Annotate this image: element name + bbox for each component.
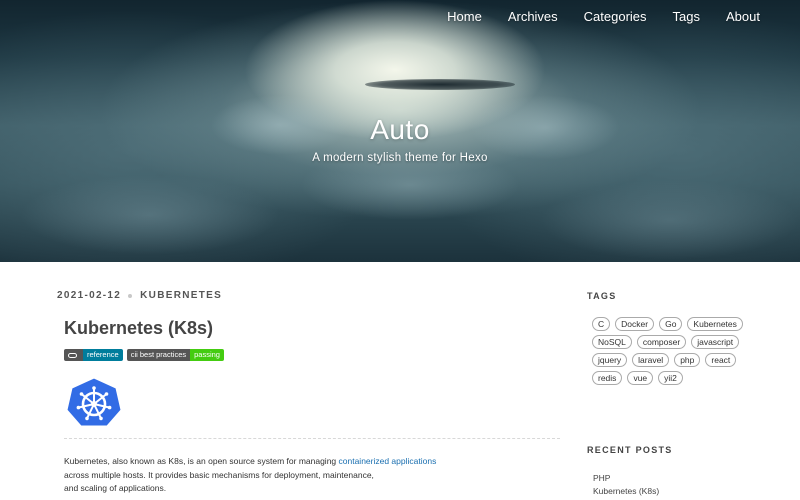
post-body-line: Kubernetes, also known as K8s, is an ope… [64,455,564,469]
main-nav: Home Archives Categories Tags About [421,10,760,23]
tag-link[interactable]: NoSQL [592,335,632,349]
tag-link[interactable]: Go [659,317,683,331]
post-body-line: and scaling of applications. [64,483,167,493]
hero-banner: Home Archives Categories Tags About Auto… [0,0,800,262]
nav-categories-link[interactable]: Categories [584,10,647,23]
tag-link[interactable]: C [592,317,611,331]
badge-row: reference cii best practices passing [64,349,228,361]
cii-badge-left: cii best practices [126,349,191,361]
tag-link[interactable]: jquery [592,353,628,367]
site-subtitle: A modern stylish theme for Hexo [312,152,488,164]
reference-badge[interactable]: reference [64,349,123,361]
recent-posts-heading: RECENT POSTS [587,445,673,455]
tag-link[interactable]: composer [636,335,687,349]
post-body: Kubernetes, also known as K8s, is an ope… [64,455,564,496]
tag-link[interactable]: Kubernetes [687,317,743,331]
nav-home-link[interactable]: Home [447,10,482,23]
recent-post-link[interactable]: Kubernetes (K8s) [593,485,659,498]
post-body-line: across multiple hosts. It provides basic… [64,469,374,480]
meta-separator-dot [128,293,133,298]
content-divider [64,438,560,439]
site-title[interactable]: Auto [0,114,800,146]
nav-tags-link[interactable]: Tags [673,10,700,23]
tag-link[interactable]: redis [592,371,623,385]
recent-posts-list: PHP Kubernetes (K8s) [593,472,659,498]
recent-post-link[interactable]: PHP [593,472,659,485]
nav-about-link[interactable]: About [726,10,760,23]
tag-link[interactable]: vue [627,371,654,385]
cloud-shape [540,180,800,260]
tag-link[interactable]: javascript [691,335,740,349]
tags-heading: TAGS [587,291,617,301]
post-body-text: Kubernetes, also known as K8s, is an ope… [64,456,339,466]
link-icon [68,352,77,358]
post-date[interactable]: 2021-02-12 [57,290,121,301]
post-category-link[interactable]: KUBERNETES [140,290,222,301]
tag-link[interactable]: react [705,353,737,367]
dark-cloud-streak [365,79,515,90]
tag-link[interactable]: Docker [615,317,655,331]
post-meta: 2021-02-12 KUBERNETES [57,290,222,301]
reference-badge-label: reference [83,349,123,361]
cii-badge-status: passing [190,349,224,361]
post-title[interactable]: Kubernetes (K8s) [64,318,213,339]
tag-link[interactable]: laravel [632,353,670,367]
nav-archives-link[interactable]: Archives [508,10,558,23]
kubernetes-logo-icon [66,377,122,427]
tag-link[interactable]: php [674,353,701,367]
cii-badge[interactable]: cii best practices passing [126,349,224,361]
cloud-shape [20,175,280,255]
tag-cloud: C Docker Go Kubernetes NoSQL composer ja… [592,317,752,389]
containerized-applications-link[interactable]: containerized applications [339,456,437,466]
tag-link[interactable]: yii2 [658,371,683,385]
